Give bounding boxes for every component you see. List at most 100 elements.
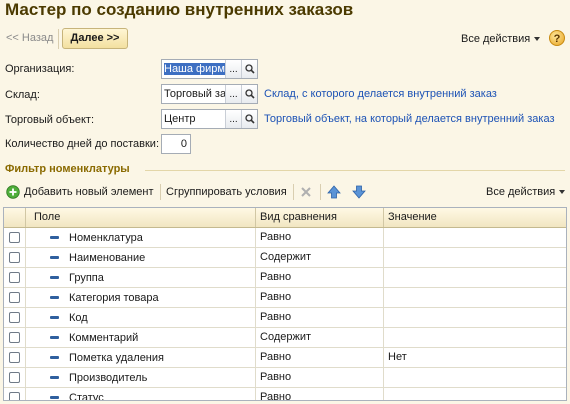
row-value[interactable]: Нет (384, 348, 566, 367)
table-row[interactable]: Наименование Содержит (4, 248, 566, 268)
row-value[interactable] (384, 388, 566, 400)
group-conditions-button[interactable]: Сгруппировать условия (166, 186, 287, 198)
row-checkbox[interactable] (9, 272, 20, 283)
search-icon[interactable] (241, 60, 257, 78)
row-comparison[interactable]: Равно (256, 288, 384, 307)
row-checkbox-cell[interactable] (4, 308, 26, 327)
organization-label: Организация: (5, 63, 75, 75)
arrow-down-icon[interactable] (352, 185, 366, 199)
row-checkbox[interactable] (9, 332, 20, 343)
row-field-cell[interactable]: Производитель (26, 368, 256, 387)
row-checkbox-cell[interactable] (4, 388, 26, 400)
row-checkbox[interactable] (9, 232, 20, 243)
row-checkbox-cell[interactable] (4, 328, 26, 347)
row-checkbox[interactable] (9, 312, 20, 323)
column-header-field[interactable]: Поле (26, 208, 256, 227)
add-icon[interactable] (6, 185, 20, 199)
row-comparison[interactable]: Равно (256, 348, 384, 367)
row-value[interactable] (384, 328, 566, 347)
row-field-cell[interactable]: Номенклатура (26, 228, 256, 247)
row-checkbox-cell[interactable] (4, 268, 26, 287)
row-field-cell[interactable]: Комментарий (26, 328, 256, 347)
search-icon[interactable] (241, 85, 257, 103)
row-comparison[interactable]: Равно (256, 388, 384, 400)
field-icon (50, 396, 59, 399)
row-value[interactable] (384, 308, 566, 327)
table-row[interactable]: Статус Равно (4, 388, 566, 400)
row-checkbox-cell[interactable] (4, 348, 26, 367)
field-icon (50, 276, 59, 279)
warehouse-label: Склад: (5, 89, 40, 101)
help-icon[interactable]: ? (549, 30, 565, 46)
row-comparison[interactable]: Равно (256, 268, 384, 287)
delivery-days-input[interactable]: 0 (161, 134, 191, 154)
table-row[interactable]: Пометка удаления Равно Нет (4, 348, 566, 368)
back-button[interactable]: << Назад (6, 32, 53, 44)
toolbar-divider (293, 184, 294, 200)
chevron-down-icon (534, 37, 541, 42)
row-field: Комментарий (69, 331, 139, 344)
row-value[interactable] (384, 268, 566, 287)
row-field-cell[interactable]: Пометка удаления (26, 348, 256, 367)
row-comparison[interactable]: Содержит (256, 328, 384, 347)
row-checkbox-cell[interactable] (4, 288, 26, 307)
row-checkbox-cell[interactable] (4, 368, 26, 387)
chevron-down-icon (559, 190, 566, 195)
table-row[interactable]: Комментарий Содержит (4, 328, 566, 348)
table-row[interactable]: Категория товара Равно (4, 288, 566, 308)
row-field: Группа (69, 271, 104, 284)
column-header-value[interactable]: Значение (384, 208, 566, 227)
row-field-cell[interactable]: Статус (26, 388, 256, 400)
trade-object-label: Торговый объект: (5, 114, 95, 126)
row-checkbox[interactable] (9, 292, 20, 303)
row-value[interactable] (384, 368, 566, 387)
arrow-up-icon[interactable] (327, 185, 341, 199)
delivery-days-value[interactable]: 0 (162, 138, 190, 150)
row-value[interactable] (384, 248, 566, 267)
trade-object-value[interactable]: Центр (162, 113, 225, 125)
row-field-cell[interactable]: Код (26, 308, 256, 327)
row-field-cell[interactable]: Категория товара (26, 288, 256, 307)
add-element-button[interactable]: Добавить новый элемент (24, 186, 154, 198)
row-checkbox-cell[interactable] (4, 228, 26, 247)
filter-all-actions-menu[interactable]: Все действия (486, 186, 566, 198)
window-title: Мастер по созданию внутренних заказов (5, 0, 354, 19)
row-comparison[interactable]: Содержит (256, 248, 384, 267)
trade-object-hint-link[interactable]: Торговый объект, на который делается вну… (264, 113, 555, 125)
ellipsis-icon[interactable]: ... (225, 60, 241, 78)
column-header-comparison[interactable]: Вид сравнения (256, 208, 384, 227)
row-field-cell[interactable]: Группа (26, 268, 256, 287)
row-value[interactable] (384, 228, 566, 247)
warehouse-value[interactable]: Торговый зал (162, 88, 225, 100)
field-icon (50, 336, 59, 339)
ellipsis-icon[interactable]: ... (225, 110, 241, 128)
ellipsis-icon[interactable]: ... (225, 85, 241, 103)
row-checkbox[interactable] (9, 352, 20, 363)
row-checkbox[interactable] (9, 372, 20, 383)
delivery-days-label: Количество дней до поставки: (5, 138, 159, 150)
next-button[interactable]: Далее >> (62, 28, 128, 49)
table-row[interactable]: Группа Равно (4, 268, 566, 288)
row-comparison[interactable]: Равно (256, 228, 384, 247)
row-value[interactable] (384, 288, 566, 307)
row-checkbox-cell[interactable] (4, 248, 26, 267)
delete-icon[interactable] (300, 186, 312, 198)
row-checkbox[interactable] (9, 392, 20, 400)
row-field-cell[interactable]: Наименование (26, 248, 256, 267)
field-icon (50, 236, 59, 239)
table-body: Номенклатура Равно Наименование Содержит Гру… (4, 228, 566, 400)
table-row[interactable]: Номенклатура Равно (4, 228, 566, 248)
organization-value: Наша фирма (164, 63, 225, 75)
warehouse-field[interactable]: Торговый зал ... (161, 84, 258, 104)
row-comparison[interactable]: Равно (256, 368, 384, 387)
row-comparison[interactable]: Равно (256, 308, 384, 327)
search-icon[interactable] (241, 110, 257, 128)
warehouse-hint-link[interactable]: Склад, с которого делается внутренний за… (264, 88, 497, 100)
trade-object-field[interactable]: Центр ... (161, 109, 258, 129)
all-actions-menu[interactable]: Все действия (461, 33, 541, 45)
table-row[interactable]: Код Равно (4, 308, 566, 328)
toolbar-divider (320, 184, 321, 200)
row-checkbox[interactable] (9, 252, 20, 263)
organization-field[interactable]: Наша фирма ... (161, 59, 258, 79)
table-row[interactable]: Производитель Равно (4, 368, 566, 388)
